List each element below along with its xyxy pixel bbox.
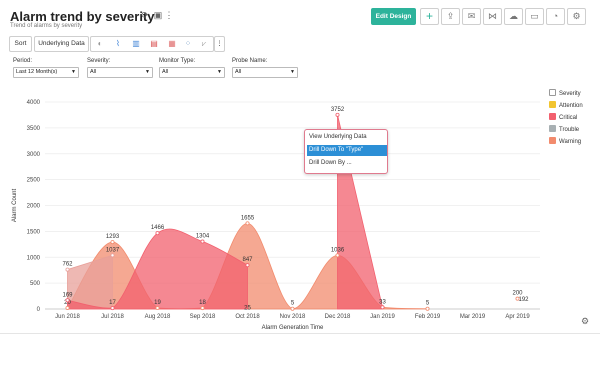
point-warning	[335, 253, 340, 258]
legend-swatch-trouble	[549, 125, 556, 132]
point-warning	[425, 306, 430, 311]
legend-swatch-attention	[549, 101, 556, 108]
data-label-critical: 847	[242, 257, 253, 263]
y-tick-label: 3500	[27, 126, 41, 132]
data-label-extra: 25	[244, 306, 251, 312]
y-tick-label: 1000	[27, 255, 41, 261]
divider	[0, 333, 600, 334]
menu-item-drill-down-to-type[interactable]: Drill Down To "Type"	[307, 145, 387, 156]
legend-swatch-critical	[549, 113, 556, 120]
y-tick-label: 2000	[27, 204, 41, 210]
point-warning	[110, 240, 115, 245]
point-warning	[155, 306, 160, 311]
data-label-warning: 1036	[331, 247, 345, 253]
x-tick-label: Apr 2019	[505, 314, 530, 320]
data-label-critical: 33	[379, 299, 386, 305]
legend-item-trouble[interactable]: Trouble	[549, 125, 579, 133]
legend-item-warning[interactable]: Warning	[549, 137, 581, 145]
legend-title[interactable]: Severity	[549, 89, 581, 97]
context-menu: View Underlying Data Drill Down To "Type…	[304, 129, 388, 174]
x-tick-label: Jan 2019	[370, 314, 395, 320]
y-tick-label: 4000	[27, 100, 41, 106]
data-label-warning: 200	[512, 291, 523, 297]
legend-item-critical[interactable]: Critical	[549, 113, 577, 121]
legend-toggle-all-checkbox[interactable]	[549, 89, 556, 96]
point-critical	[155, 231, 160, 236]
x-tick-label: Oct 2018	[235, 314, 260, 320]
data-label-extra: 192	[518, 297, 529, 303]
area-trouble	[67, 254, 113, 310]
point-warning	[245, 221, 250, 226]
x-tick-label: Feb 2019	[415, 314, 441, 320]
data-label-critical: 1304	[196, 234, 210, 240]
legend-item-attention[interactable]: Attention	[549, 101, 583, 109]
data-label-trouble: 1037	[106, 247, 120, 253]
y-tick-label: 1500	[27, 229, 41, 235]
x-tick-label: Nov 2018	[280, 314, 306, 320]
data-label-warning: 19	[154, 300, 161, 306]
y-axis-title: Alarm Count	[12, 189, 18, 223]
point-warning	[65, 305, 70, 310]
x-tick-label: Mar 2019	[460, 314, 486, 320]
x-tick-label: Jun 2018	[55, 314, 80, 320]
data-label-critical: 169	[62, 292, 73, 298]
point-warning	[290, 306, 295, 311]
y-tick-label: 2500	[27, 178, 41, 184]
x-tick-label: Dec 2018	[325, 314, 351, 320]
menu-item-view-underlying-data[interactable]: View Underlying Data	[307, 132, 387, 143]
data-label-warning: 1655	[241, 215, 255, 221]
y-tick-label: 3000	[27, 152, 41, 158]
x-tick-label: Sep 2018	[190, 314, 216, 320]
area-chart: 0 500 1000 1500 2000 2500 3000 3500 4000 Jun 2018…	[12, 100, 540, 331]
data-label-critical: 1466	[151, 225, 165, 231]
point-critical	[200, 239, 205, 244]
y-tick-label: 0	[37, 307, 41, 313]
data-label-warning: 5	[426, 301, 430, 307]
data-label-warning: 5	[291, 301, 295, 307]
point-critical	[110, 306, 115, 311]
x-tick-label: Aug 2018	[145, 314, 171, 320]
x-tick-label: Jul 2018	[101, 314, 124, 320]
y-tick-label: 500	[30, 281, 41, 287]
point-warning	[200, 306, 205, 311]
legend-swatch-warning	[549, 137, 556, 144]
point-critical	[380, 305, 385, 310]
data-label-critical: 17	[109, 300, 116, 306]
x-axis-title: Alarm Generation Time	[262, 325, 324, 331]
point-critical	[335, 112, 340, 117]
data-label-warning: 1293	[106, 234, 120, 240]
menu-item-drill-down-by[interactable]: Drill Down By ...	[307, 158, 387, 169]
point-trouble	[110, 253, 115, 258]
chart-settings-icon[interactable]: ⚙	[581, 316, 591, 326]
data-label-warning: 18	[199, 300, 206, 306]
point-critical	[245, 263, 250, 268]
point-critical	[65, 298, 70, 303]
point-trouble	[65, 267, 70, 272]
data-label-critical: 3752	[331, 107, 345, 113]
data-label-trouble: 762	[62, 262, 73, 268]
